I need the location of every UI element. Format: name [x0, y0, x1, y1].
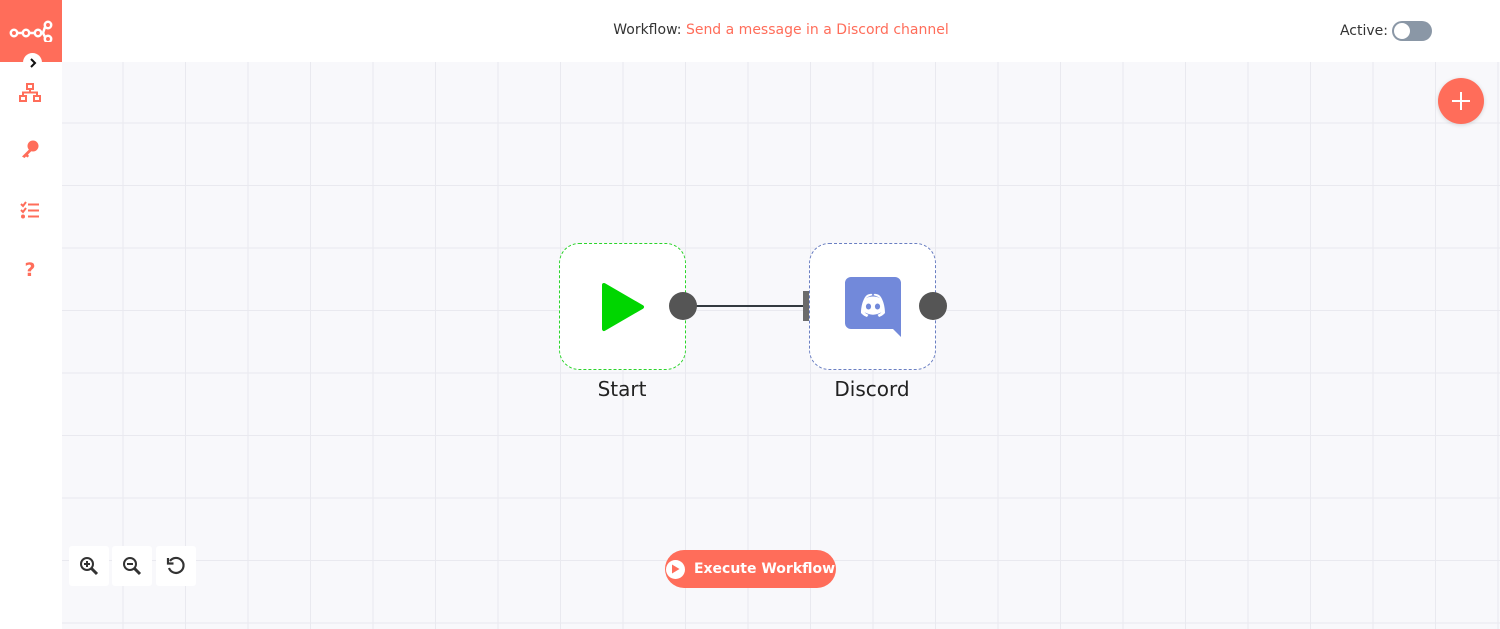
workflow-title: Workflow: Send a message in a Discord ch… — [62, 22, 1500, 38]
node-start-label: Start — [597, 377, 647, 401]
connection-start-discord[interactable] — [692, 305, 804, 307]
zoom-in-button[interactable] — [69, 546, 109, 586]
zoom-reset-button[interactable] — [156, 546, 196, 586]
sidebar-expand-button[interactable] — [23, 53, 42, 72]
tasks-icon — [20, 201, 39, 219]
active-control: Active: — [1340, 21, 1432, 41]
workflow-title-prefix: Workflow: — [613, 22, 682, 38]
node-start[interactable] — [559, 243, 686, 370]
active-toggle-knob — [1394, 23, 1410, 39]
node-discord-label: Discord — [834, 377, 910, 401]
sidebar-item-credentials[interactable] — [15, 134, 45, 164]
workflow-name[interactable]: Send a message in a Discord channel — [686, 22, 949, 38]
play-icon — [601, 282, 644, 331]
chevron-right-icon — [29, 57, 36, 68]
sidebar-item-executions[interactable] — [15, 195, 45, 225]
zoom-out-icon — [123, 557, 142, 576]
node-discord-output-endpoint[interactable] — [919, 292, 947, 320]
play-circle-icon — [665, 559, 685, 579]
sidebar-item-workflows[interactable] — [15, 78, 45, 108]
undo-icon — [166, 556, 185, 575]
sidebar-item-help[interactable]: ? — [15, 255, 45, 285]
execute-workflow-label: Execute Workflow — [693, 561, 836, 577]
logo-icon — [9, 20, 53, 42]
node-discord[interactable] — [809, 243, 936, 370]
workflow-canvas[interactable]: Start Discord Execute Workflow — [62, 62, 1500, 629]
zoom-in-icon — [80, 557, 99, 576]
zoom-out-button[interactable] — [112, 546, 152, 586]
execute-workflow-button[interactable]: Execute Workflow — [665, 550, 836, 588]
active-toggle[interactable] — [1392, 21, 1432, 41]
plus-icon — [1452, 92, 1470, 110]
sidebar: ? — [0, 0, 62, 629]
question-icon: ? — [24, 259, 36, 281]
sitemap-icon — [19, 83, 41, 102]
node-start-output-endpoint[interactable] — [669, 292, 697, 320]
add-node-button[interactable] — [1438, 78, 1484, 124]
active-label: Active: — [1339, 23, 1388, 39]
discord-icon — [844, 276, 901, 337]
header: Workflow: Send a message in a Discord ch… — [62, 0, 1500, 62]
key-icon — [22, 140, 39, 158]
